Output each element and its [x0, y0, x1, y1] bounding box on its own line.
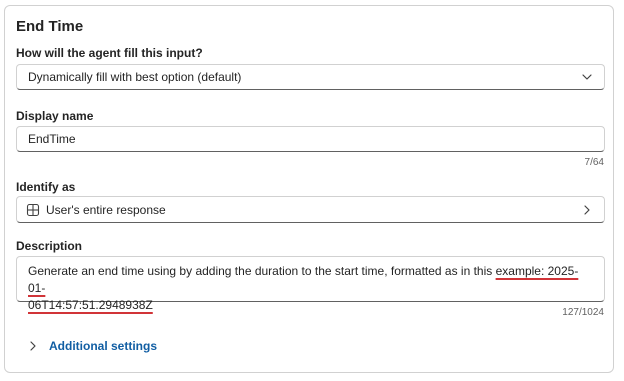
identify-as-label: Identify as: [16, 180, 76, 194]
entity-icon: [26, 203, 40, 216]
display-name-input[interactable]: EndTime: [16, 126, 605, 152]
chevron-down-icon: [582, 74, 592, 80]
spellcheck-flagged-text-2: 06T14:57:51.2948938Z: [28, 298, 153, 312]
identify-as-selector[interactable]: User's entire response: [16, 196, 605, 223]
display-name-label: Display name: [16, 109, 94, 123]
description-text: Generate an end time using by adding the…: [28, 263, 588, 314]
fill-mode-value: Dynamically fill with best option (defau…: [28, 70, 242, 84]
description-label: Description: [16, 239, 83, 253]
display-name-value: EndTime: [28, 132, 76, 146]
end-time-panel: End Time How will the agent fill this in…: [4, 5, 614, 373]
additional-settings-label: Additional settings: [49, 339, 157, 353]
fill-mode-label: How will the agent fill this input?: [16, 46, 203, 60]
fill-mode-dropdown[interactable]: Dynamically fill with best option (defau…: [16, 64, 605, 90]
description-textarea[interactable]: Generate an end time using by adding the…: [16, 256, 605, 312]
identify-as-value: User's entire response: [46, 202, 166, 217]
description-counter: 127/1024: [562, 307, 604, 318]
chevron-right-icon: [30, 341, 36, 351]
additional-settings-toggle[interactable]: Additional settings: [27, 339, 157, 353]
panel-title: End Time: [16, 18, 84, 35]
chevron-right-icon: [584, 204, 590, 215]
description-text-plain: Generate an end time using by adding the…: [28, 264, 496, 278]
display-name-counter: 7/64: [584, 157, 604, 168]
